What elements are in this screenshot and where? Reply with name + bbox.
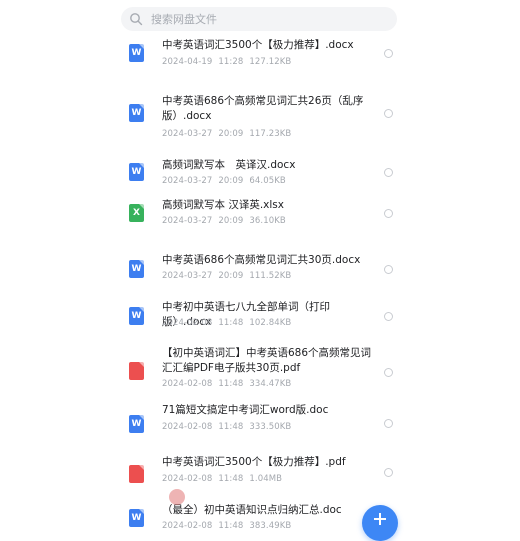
file-row[interactable]: W （最全）初中英语知识点归纳汇总.doc 2024-02-08 11:48 383… — [0, 495, 520, 535]
file-time: 11:28 — [218, 57, 244, 67]
pdf-file-icon — [129, 362, 144, 380]
select-checkbox[interactable] — [384, 312, 393, 321]
file-time: 20:09 — [218, 176, 244, 186]
file-date: 2024-03-27 — [162, 129, 213, 139]
file-name: 71篇短文搞定中考词汇word版.doc — [162, 404, 329, 416]
file-size: 383.49KB — [249, 521, 292, 531]
file-name: 高频词默写本 英译汉.docx — [162, 159, 296, 171]
file-meta: 2024-02-08 11:48 1.04MB — [162, 474, 282, 484]
file-meta: 2024-03-27 20:09 36.10KB — [162, 216, 286, 226]
file-date: 2024-02-08 — [162, 521, 213, 531]
file-size: 64.05KB — [249, 176, 286, 186]
file-time: 20:09 — [218, 216, 244, 226]
file-name: 中考英语词汇3500个【极力推荐】.docx — [162, 39, 354, 51]
pdf-file-icon — [129, 465, 144, 483]
file-time: 11:48 — [218, 422, 244, 432]
file-meta: 2024-03-27 20:09 117.23KB — [162, 129, 291, 139]
red-stamp-mark — [169, 489, 185, 505]
file-meta: 2024-04-19 11:28 127.12KB — [162, 57, 291, 67]
file-meta: 2024-03-27 20:09 64.05KB — [162, 176, 286, 186]
file-size: 36.10KB — [249, 216, 286, 226]
file-name: 中考英语686个高频常见词汇共26页（乱序版）.docx — [162, 95, 364, 122]
file-date: 2024-03-27 — [162, 271, 213, 281]
file-date: 2024-02-08 — [162, 422, 213, 432]
file-meta: 2024-02-08 11:48 333.50KB — [162, 422, 291, 432]
file-date: 2024-03-27 — [162, 216, 213, 226]
search-bar[interactable]: 搜索网盘文件 — [121, 7, 397, 31]
select-checkbox[interactable] — [384, 468, 393, 477]
select-checkbox[interactable] — [384, 419, 393, 428]
file-size: 111.52KB — [249, 271, 292, 281]
file-time: 20:09 — [218, 271, 244, 281]
word-file-icon: W — [129, 509, 144, 527]
file-row[interactable]: W 71篇短文搞定中考词汇word版.doc 2024-02-08 11:48 33… — [0, 401, 520, 447]
word-file-icon: W — [129, 260, 144, 278]
add-button[interactable] — [362, 505, 398, 541]
file-name: 中考英语词汇3500个【极力推荐】.pdf — [162, 456, 346, 468]
file-meta: 2024-02-08 11:48 102.84KB — [162, 318, 291, 328]
file-name: 【初中英语词汇】中考英语686个高频常见词汇汇编PDF电子版共30页.pdf — [162, 347, 372, 374]
select-checkbox[interactable] — [384, 265, 393, 274]
file-date: 2024-04-19 — [162, 57, 213, 67]
file-row[interactable]: 中考英语词汇3500个【极力推荐】.pdf 2024-02-08 11:48 1.0… — [0, 447, 520, 495]
file-row[interactable]: W 中考初中英语七八九全部单词（打印版）.docx 2024-02-08 11:4… — [0, 292, 520, 340]
file-time: 11:48 — [218, 318, 244, 328]
file-time: 11:48 — [218, 521, 244, 531]
file-meta: 2024-02-08 11:48 334.47KB — [162, 379, 291, 389]
select-checkbox[interactable] — [384, 368, 393, 377]
file-size: 334.47KB — [249, 379, 292, 389]
file-row[interactable]: W 高频词默写本 英译汉.docx 2024-03-27 20:09 64.05KB — [0, 146, 520, 192]
word-file-icon: W — [129, 104, 144, 122]
file-size: 117.23KB — [249, 129, 292, 139]
file-size: 1.04MB — [249, 474, 283, 484]
file-row[interactable]: 【初中英语词汇】中考英语686个高频常见词汇汇编PDF电子版共30页.pdf 2… — [0, 340, 520, 401]
word-file-icon: W — [129, 307, 144, 325]
file-date: 2024-02-08 — [162, 379, 213, 389]
file-time: 11:48 — [218, 379, 244, 389]
file-size: 102.84KB — [249, 318, 292, 328]
search-input[interactable]: 搜索网盘文件 — [151, 11, 217, 27]
file-row[interactable]: W 中考英语686个高频常见词汇共26页（乱序版）.docx 2024-03-2… — [0, 79, 520, 146]
file-date: 2024-02-08 — [162, 474, 213, 484]
file-name: （最全）初中英语知识点归纳汇总.doc — [162, 504, 342, 516]
file-row[interactable]: X 高频词默写本 汉译英.xlsx 2024-03-27 20:09 36.10KB — [0, 192, 520, 244]
file-name: 中考英语686个高频常见词汇共30页.docx — [162, 254, 361, 266]
file-date: 2024-03-27 — [162, 176, 213, 186]
file-time: 20:09 — [218, 129, 244, 139]
excel-file-icon: X — [129, 204, 144, 222]
select-checkbox[interactable] — [384, 168, 393, 177]
word-file-icon: W — [129, 44, 144, 62]
file-list: W 中考英语词汇3500个【极力推荐】.docx 2024-04-19 11:28… — [0, 33, 520, 535]
word-file-icon: W — [129, 163, 144, 181]
file-row[interactable]: W 中考英语686个高频常见词汇共30页.docx 2024-03-27 20:0… — [0, 244, 520, 292]
file-meta: 2024-03-27 20:09 111.52KB — [162, 271, 291, 281]
select-checkbox[interactable] — [384, 49, 393, 58]
file-name: 高频词默写本 汉译英.xlsx — [162, 199, 284, 211]
file-row[interactable]: W 中考英语词汇3500个【极力推荐】.docx 2024-04-19 11:28… — [0, 33, 520, 79]
word-file-icon: W — [129, 415, 144, 433]
file-date: 2024-02-08 — [162, 318, 213, 328]
select-checkbox[interactable] — [384, 209, 393, 218]
search-icon — [130, 13, 143, 26]
file-meta: 2024-02-08 11:48 383.49KB — [162, 521, 291, 531]
file-time: 11:48 — [218, 474, 244, 484]
select-checkbox[interactable] — [384, 109, 393, 118]
file-size: 127.12KB — [249, 57, 292, 67]
file-size: 333.50KB — [249, 422, 292, 432]
